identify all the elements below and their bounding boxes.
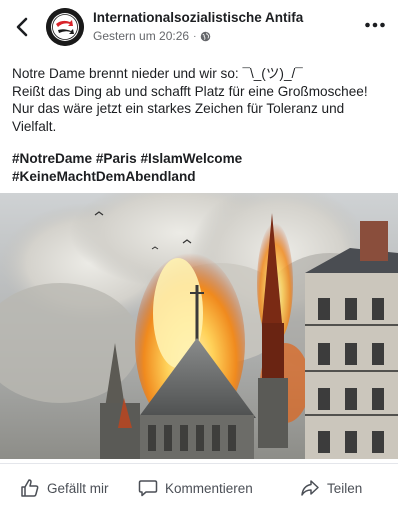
post-photo[interactable]: [0, 193, 398, 459]
post-line: Notre Dame brennt nieder und wir so: ¯\_…: [12, 66, 303, 81]
hashtag-link[interactable]: #IslamWelcome: [140, 151, 242, 166]
like-label: Gefällt mir: [47, 480, 109, 496]
thumbs-up-icon: [21, 479, 39, 497]
like-button[interactable]: Gefällt mir: [20, 478, 109, 498]
post-header: Internationalsozialistische Antifa Geste…: [0, 0, 398, 56]
post-line: Nur das wäre jetzt ein starkes Zeichen f…: [12, 101, 345, 117]
hashtag-link[interactable]: #KeineMachtDemAbendland: [12, 169, 196, 184]
page-avatar[interactable]: [46, 8, 84, 46]
comment-icon: [138, 480, 158, 497]
hashtag-link[interactable]: #Paris: [96, 151, 137, 166]
action-bar: Gefällt mir Kommentieren Teilen: [0, 470, 398, 506]
action-divider: [0, 463, 398, 464]
post-timestamp[interactable]: Gestern um 20:26: [93, 29, 189, 43]
post-line: Reißt das Ding ab und schafft Platz für …: [12, 83, 368, 99]
post-meta: Gestern um 20:26 ·: [93, 29, 211, 43]
more-options-button[interactable]: [364, 18, 386, 32]
post-body: Notre Dame brennt nieder und wir so: ¯\_…: [12, 65, 392, 135]
comment-label: Kommentieren: [165, 480, 253, 496]
meta-separator: ·: [193, 30, 197, 42]
post-line: Vielfalt.: [12, 118, 57, 134]
share-label: Teilen: [327, 480, 363, 496]
share-arrow-icon: [301, 480, 319, 496]
back-button[interactable]: [10, 14, 36, 40]
hashtag-list: #NotreDame #Paris #IslamWelcome #KeineMa…: [12, 150, 392, 185]
share-button[interactable]: Teilen: [300, 478, 362, 498]
antifa-logo-icon: [46, 8, 84, 46]
page-name[interactable]: Internationalsozialistische Antifa: [93, 10, 303, 25]
globe-icon: [201, 31, 211, 41]
comment-button[interactable]: Kommentieren: [138, 478, 253, 498]
more-horizontal-icon: [365, 22, 385, 28]
cathedral-fire-image: [0, 193, 398, 459]
chevron-left-icon: [16, 17, 28, 37]
hashtag-link[interactable]: #NotreDame: [12, 151, 92, 166]
